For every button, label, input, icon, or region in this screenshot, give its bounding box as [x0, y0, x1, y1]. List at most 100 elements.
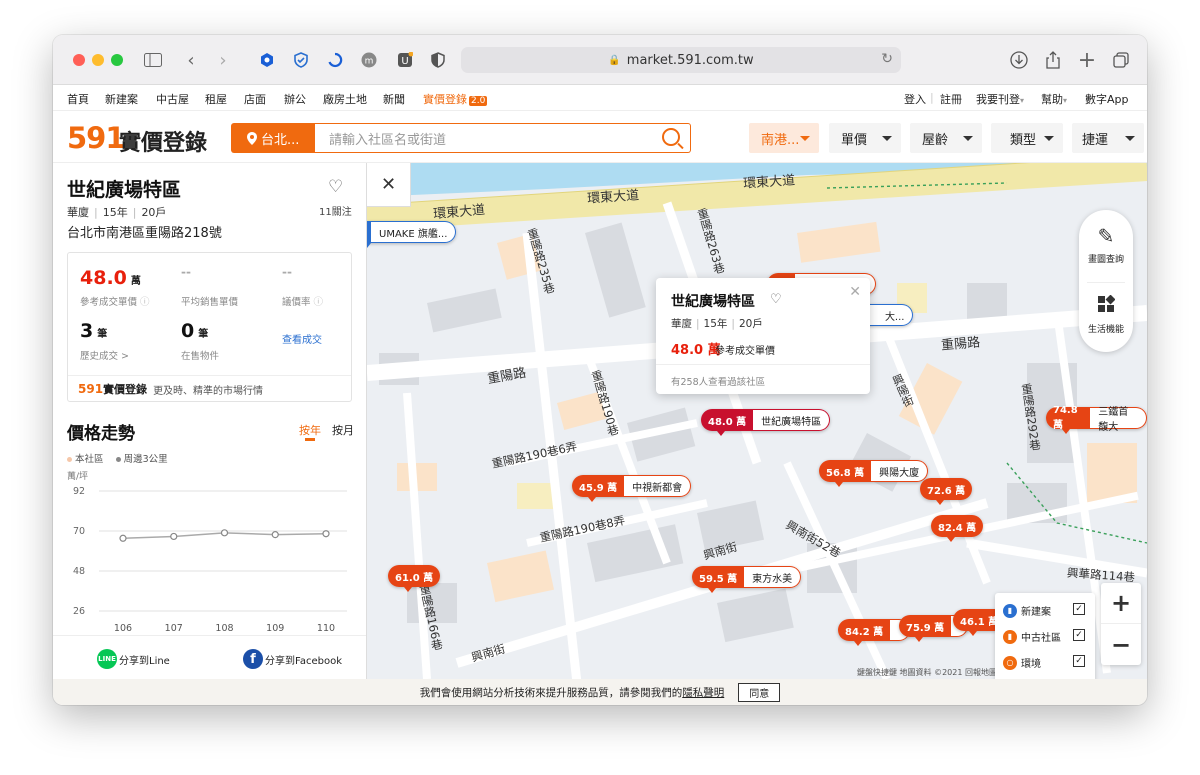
- checkbox-checked[interactable]: ✓: [1073, 629, 1085, 641]
- community-marker[interactable]: 82.4 萬: [931, 515, 984, 542]
- discount-value: --: [282, 265, 292, 279]
- nav-app[interactable]: 數字App: [1085, 91, 1129, 107]
- tab-by-year[interactable]: 按年: [299, 422, 321, 438]
- site-logo[interactable]: 591: [67, 121, 126, 155]
- data-point: [119, 534, 127, 542]
- environment-icon: ○: [1003, 655, 1017, 670]
- y-axis-label: 萬/坪: [67, 470, 88, 482]
- nav-used-house[interactable]: 中古屋: [156, 91, 189, 107]
- community-marker[interactable]: 59.5 萬東方水美: [692, 566, 802, 593]
- layer-new-build[interactable]: ▮ 新建案 ✓: [1003, 603, 1085, 618]
- filter-type[interactable]: 類型: [991, 123, 1063, 153]
- info-icon[interactable]: ⓘ: [314, 297, 324, 308]
- pencil-icon: ✎: [1097, 224, 1115, 248]
- unit-count: 20戶: [141, 206, 167, 219]
- tools-divider: [1087, 282, 1125, 283]
- data-point: [170, 532, 178, 541]
- filter-age[interactable]: 屋齡: [910, 123, 982, 153]
- search-icon[interactable]: [662, 128, 680, 146]
- share-icon[interactable]: [1041, 48, 1065, 72]
- extension-shield-icon[interactable]: [289, 48, 313, 72]
- life-function-button[interactable]: 生活機能: [1079, 294, 1133, 335]
- zoom-in-button[interactable]: +: [1101, 583, 1141, 624]
- legend-self-dot: [67, 457, 72, 462]
- community-marker[interactable]: 萬UMAKE 旗艦...: [367, 221, 457, 248]
- community-marker[interactable]: 56.8 萬興陽大廈: [819, 460, 929, 487]
- tab-by-month[interactable]: 按月: [332, 422, 354, 438]
- filter-mrt[interactable]: 捷運: [1072, 123, 1144, 153]
- download-icon[interactable]: [1007, 48, 1031, 72]
- nav-price-register[interactable]: 實價登錄 2.0: [423, 91, 488, 107]
- close-panel-button[interactable]: ✕: [367, 163, 411, 207]
- share-facebook-button[interactable]: f 分享到Facebook: [243, 649, 342, 669]
- draw-query-button[interactable]: ✎ 畫圖查詢: [1079, 224, 1133, 265]
- zoom-out-button[interactable]: −: [1101, 624, 1141, 665]
- community-address: 台北市南港區重陽路218號: [67, 226, 222, 241]
- view-deals-link[interactable]: 查看成交: [282, 331, 322, 346]
- filter-district[interactable]: 南港...: [749, 123, 819, 153]
- reload-icon[interactable]: ↻: [881, 51, 893, 67]
- nav-help-menu[interactable]: 幫助▾: [1041, 91, 1067, 107]
- city-selector[interactable]: 台北...: [231, 123, 315, 153]
- nav-post-menu[interactable]: 我要刊登▾: [976, 91, 1024, 107]
- info-icon[interactable]: ⓘ: [140, 297, 150, 308]
- checkbox-checked[interactable]: ✓: [1073, 603, 1085, 615]
- nav-rent[interactable]: 租屋: [205, 91, 227, 107]
- nav-login[interactable]: 登入: [904, 91, 926, 107]
- community-marker[interactable]: 74.8 萬三鐵首馥大: [1046, 405, 1147, 434]
- layer-env-label: 環境: [1021, 659, 1041, 670]
- forward-arrow-icon[interactable]: ›: [211, 48, 235, 72]
- sidebar-toggle-icon[interactable]: [141, 48, 165, 72]
- grid-icon: [1079, 294, 1133, 318]
- back-arrow-icon[interactable]: ‹: [179, 48, 203, 72]
- stats-footer: 591 實價登錄 更及時、精準的市場行情: [68, 375, 351, 402]
- search-placeholder: 請輸入社區名或街道: [329, 132, 447, 148]
- popup-title[interactable]: 世紀廣場特區: [671, 291, 755, 311]
- layer-used[interactable]: ▮ 中古社區 ✓: [1003, 629, 1085, 644]
- minimize-window-button[interactable]: [92, 54, 104, 66]
- layer-environment[interactable]: ○ 環境 ✓: [1003, 655, 1085, 670]
- community-marker[interactable]: 61.0 萬: [388, 565, 441, 592]
- new-tab-icon[interactable]: +: [1075, 48, 1099, 73]
- extension-m-icon[interactable]: m: [357, 48, 381, 72]
- nav-factory-land[interactable]: 廠房土地: [323, 91, 367, 107]
- extension-u-icon[interactable]: U: [393, 48, 417, 72]
- history-label[interactable]: 歷史成交 >: [80, 348, 129, 362]
- nav-news[interactable]: 新聞: [383, 91, 405, 107]
- extension-hex-icon[interactable]: [255, 48, 279, 72]
- community-marker[interactable]: 45.9 萬中視新都會: [572, 475, 692, 502]
- map-canvas[interactable]: 環東大道 環東大道 環東大道 重陽路 重陽路 重陽路235巷 重陽路263巷 重…: [367, 163, 1147, 679]
- checkbox-checked[interactable]: ✓: [1073, 655, 1085, 667]
- agree-button[interactable]: 同意: [738, 682, 781, 702]
- building-block: [487, 550, 555, 603]
- nav-register[interactable]: 註冊: [940, 91, 962, 107]
- heart-icon[interactable]: ♡: [328, 177, 343, 197]
- privacy-shield-icon[interactable]: [426, 48, 450, 72]
- filter-unit-price[interactable]: 單價: [829, 123, 901, 153]
- popup-units: 20戶: [738, 318, 763, 330]
- site-logo-text[interactable]: 實價登錄: [119, 125, 207, 157]
- community-popup[interactable]: 世紀廣場特區 ♡ ✕ 華廈 | 15年 | 20戶 48.0 萬 參考成交單價 有258…: [656, 278, 870, 394]
- avg-price-label: 平均銷售單價: [181, 297, 239, 308]
- chevron-down-icon: [963, 136, 973, 141]
- nav-home[interactable]: 首頁: [67, 91, 89, 107]
- nav-shop[interactable]: 店面: [244, 91, 266, 107]
- privacy-link[interactable]: 隱私聲明: [682, 685, 724, 700]
- address-bar[interactable]: 🔒 market.591.com.tw ↻: [461, 47, 901, 73]
- nav-office[interactable]: 辦公: [284, 91, 306, 107]
- close-window-button[interactable]: [73, 54, 85, 66]
- community-marker-selected[interactable]: 48.0 萬世紀廣場特區: [701, 409, 831, 436]
- tab-overview-icon[interactable]: [1109, 48, 1133, 72]
- y-tick-label: 48: [73, 566, 85, 577]
- search-input[interactable]: 請輸入社區名或街道: [315, 123, 691, 153]
- share-line-button[interactable]: LINE 分享到Line: [97, 649, 170, 669]
- close-icon[interactable]: ✕: [849, 284, 861, 300]
- maximize-window-button[interactable]: [111, 54, 123, 66]
- layer-new-label: 新建案: [1021, 607, 1051, 618]
- community-marker[interactable]: 72.6 萬: [920, 478, 973, 505]
- extension-spinner-icon[interactable]: [323, 48, 347, 72]
- footer-slogan: 更及時、精準的市場行情: [153, 385, 264, 397]
- follow-count: 11關注: [319, 207, 352, 218]
- heart-icon[interactable]: ♡: [770, 292, 782, 307]
- nav-new-build[interactable]: 新建案: [105, 91, 138, 107]
